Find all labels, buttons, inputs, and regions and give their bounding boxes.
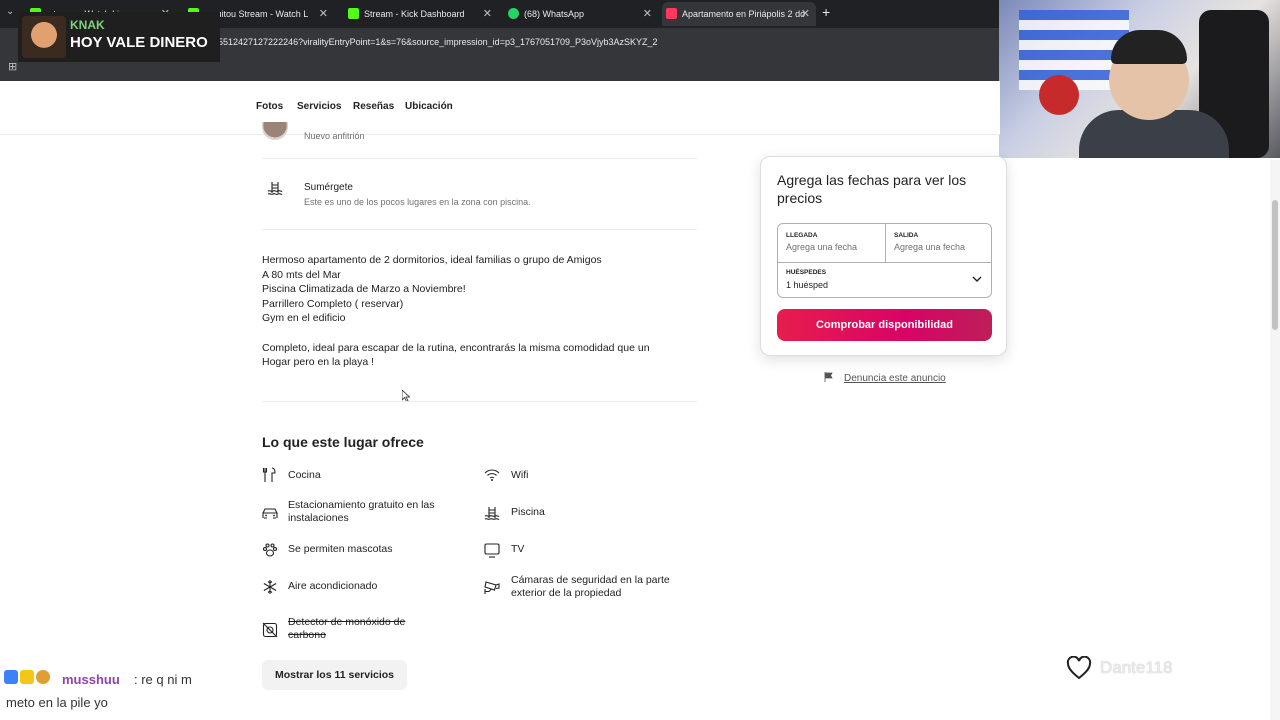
highlight-title: Sumérgete xyxy=(304,182,353,193)
chat-message-continued: meto en la pile yo xyxy=(6,695,108,710)
subnav-ubicacion[interactable]: Ubicación xyxy=(405,101,453,112)
divider xyxy=(262,229,697,230)
amenity-item: Se permiten mascotas xyxy=(288,543,393,555)
tab-whatsapp[interactable]: (68) WhatsApp ✕ xyxy=(504,2,658,26)
description-line: Gym en el edificio xyxy=(262,312,346,325)
chat-badges xyxy=(4,670,52,689)
checkout-field[interactable]: SALIDA Agrega una fecha xyxy=(886,224,993,262)
amenities-title: Lo que este lugar ofrece xyxy=(262,434,424,450)
description-line: Hermoso apartamento de 2 dormitorios, id… xyxy=(262,254,602,266)
pool-icon xyxy=(267,182,283,195)
flag-icon xyxy=(824,372,833,382)
checkout-placeholder: Agrega una fecha xyxy=(894,242,966,252)
checkin-placeholder: Agrega una fecha xyxy=(786,242,858,252)
coin-badge-icon xyxy=(36,670,50,684)
amenity-item: Piscina xyxy=(511,506,545,518)
tab-airbnb[interactable]: Apartamento en Piriápolis 2 do ✕ xyxy=(662,2,816,26)
amenity-item: TV xyxy=(511,543,525,555)
guests-value: 1 huésped xyxy=(786,280,829,290)
description-line: Completo, ideal para escapar de la rutin… xyxy=(262,341,650,354)
description-line: Piscina Climatizada de Marzo a Noviembre… xyxy=(262,283,466,296)
tv-icon xyxy=(484,543,500,558)
description-blank-line xyxy=(262,326,702,341)
description-line: Hogar pero en la playa ! xyxy=(262,356,375,369)
whatsapp-favicon-icon xyxy=(508,8,519,19)
checkout-label: SALIDA xyxy=(894,232,919,239)
car-icon xyxy=(262,508,278,519)
snowflake-icon xyxy=(263,580,277,594)
host-subtitle: Nuevo anfitrión xyxy=(304,131,365,141)
co-detector-icon xyxy=(262,622,278,638)
scrollbar[interactable] xyxy=(1270,160,1280,720)
alert-avatar xyxy=(22,16,66,58)
paw-icon xyxy=(262,543,278,557)
amenity-item: Cámaras de seguridad en la parte exterio… xyxy=(511,574,670,599)
amenity-item: Aire acondicionado xyxy=(288,580,378,592)
new-tab-icon[interactable]: + xyxy=(822,4,830,20)
pool-icon xyxy=(484,507,500,520)
checkin-field[interactable]: LLEGADA Agrega una fecha xyxy=(778,224,885,262)
amenity-item: Cocina xyxy=(288,469,321,481)
description-line: Parrillero Completo ( reservar) xyxy=(262,297,404,310)
tab-label: Apartamento en Piriápolis 2 do xyxy=(682,9,806,19)
amenity-item: Estacionamiento gratuito en las instalac… xyxy=(288,499,435,524)
divider xyxy=(262,401,697,402)
webcam-feed xyxy=(999,0,1280,158)
subnav-servicios[interactable]: Servicios xyxy=(297,101,341,112)
alert-message: HOY VALE DINERO xyxy=(70,34,208,51)
tab-label: Stream - Kick Dashboard xyxy=(364,9,465,19)
scroll-thumb[interactable] xyxy=(1272,200,1278,330)
apps-grid-icon[interactable]: ⊞ xyxy=(8,60,17,73)
stream-alert-overlay: KNAK HOY VALE DINERO xyxy=(18,12,220,62)
heart-icon xyxy=(1066,656,1092,680)
booking-card: Agrega las fechas para ver los precios L… xyxy=(760,156,1007,356)
checkin-label: LLEGADA xyxy=(786,232,818,239)
close-tab-icon[interactable]: ✕ xyxy=(319,2,328,26)
report-label: Denuncia este anuncio xyxy=(844,373,946,384)
wifi-icon xyxy=(484,469,500,481)
tab-search-icon[interactable]: ⌄ xyxy=(6,6,14,17)
chevron-down-icon[interactable] xyxy=(971,274,983,284)
subnav-resenas[interactable]: Reseñas xyxy=(353,101,394,112)
description-line: A 80 mts del Mar xyxy=(262,268,341,281)
booking-inputs: LLEGADA Agrega una fecha SALIDA Agrega u… xyxy=(777,223,992,298)
spiderman-figure xyxy=(1039,75,1079,115)
check-availability-button[interactable]: Comprobar disponibilidad xyxy=(777,309,992,341)
moderator-badge-icon xyxy=(4,670,18,684)
booking-card-title: Agrega las fechas para ver los precios xyxy=(777,172,967,206)
guests-label: HUÉSPEDES xyxy=(786,269,827,276)
streamer-cap xyxy=(1111,30,1187,64)
highlight-description: Este es uno de los pocos lugares en la z… xyxy=(304,197,531,207)
amenity-item: Wifi xyxy=(511,469,529,481)
host-avatar[interactable] xyxy=(262,122,288,140)
close-tab-icon[interactable]: ✕ xyxy=(801,2,810,26)
alert-name: KNAK xyxy=(70,18,105,32)
follower-name: Dante118 xyxy=(1100,658,1173,677)
listing-subnav: Fotos Servicios Reseñas Ubicación xyxy=(0,81,1000,135)
airbnb-favicon-icon xyxy=(666,8,677,19)
close-tab-icon[interactable]: ✕ xyxy=(643,2,652,26)
chat-message: : re q ni m xyxy=(134,672,192,687)
amenity-item-unavailable: Detector de monóxido de carbono xyxy=(288,616,406,641)
utensils-icon xyxy=(262,467,276,482)
kick-favicon-icon xyxy=(348,8,359,19)
camera-icon xyxy=(484,581,500,594)
report-listing-link[interactable]: Denuncia este anuncio xyxy=(824,372,946,384)
tab-label: (68) WhatsApp xyxy=(524,9,585,19)
listing-description: Hermoso apartamento de 2 dormitorios, id… xyxy=(262,253,702,370)
close-tab-icon[interactable]: ✕ xyxy=(483,2,492,26)
crown-badge-icon xyxy=(20,670,34,684)
subnav-fotos[interactable]: Fotos xyxy=(256,101,283,112)
divider xyxy=(262,158,697,159)
guests-select[interactable]: HUÉSPEDES 1 huésped xyxy=(778,263,993,299)
tab-kick-dashboard[interactable]: Stream - Kick Dashboard ✕ xyxy=(344,2,498,26)
show-all-amenities-button[interactable]: Mostrar los 11 servicios xyxy=(262,660,407,690)
chat-username: musshuu xyxy=(62,672,120,687)
